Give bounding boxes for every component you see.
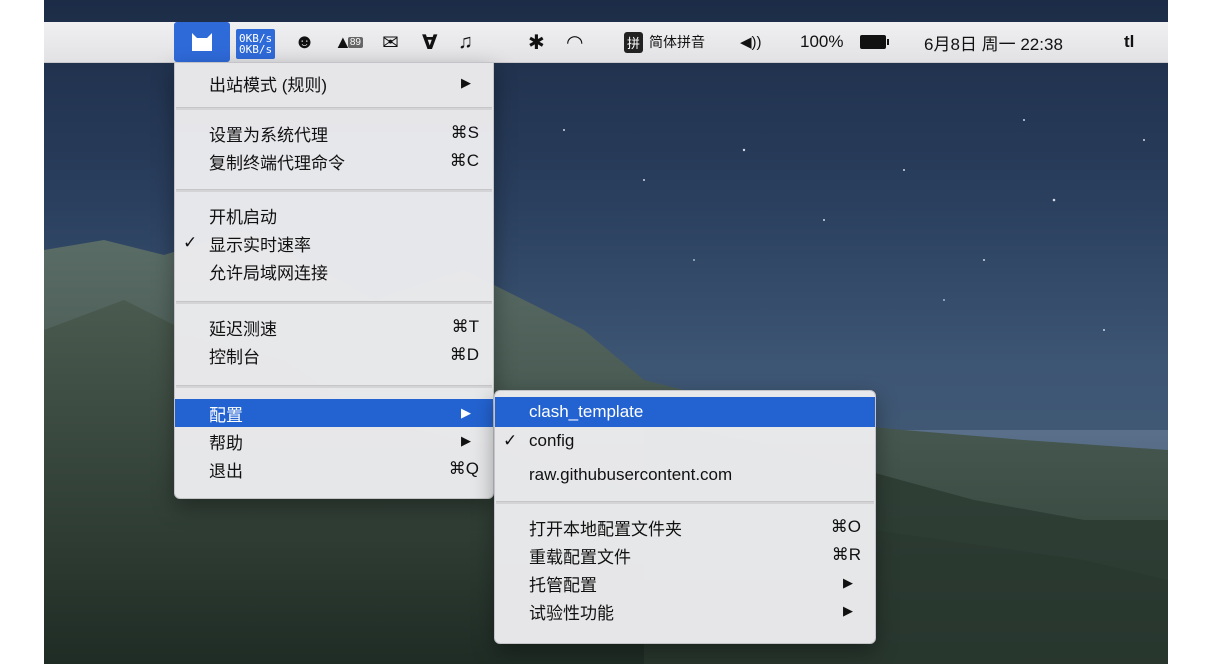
submenu-arrow-icon: ▶ [843,575,853,590]
clock[interactable]: 6月8日 周一 22:38 [924,22,1063,62]
cat-icon [192,33,212,51]
submenu-item-experimental[interactable]: 试验性功能 ▶ [495,599,875,623]
submenu-arrow-icon: ▶ [461,405,471,420]
submenu-item-clash-template[interactable]: clash_template [495,397,875,427]
shortcut: ⌘T [451,317,479,336]
download-speed: 0KB/s [239,43,273,56]
input-method-icon: 拼 [624,31,644,53]
menu-item-set-system-proxy[interactable]: 设置为系统代理 ⌘S [175,121,493,145]
shortcut: ⌘D [449,345,479,364]
menu-separator [176,107,492,110]
clashx-main-menu: 出站模式 (规则) ▶ 设置为系统代理 ⌘S 复制终端代理命令 ⌘C 开机启动 … [174,62,494,499]
menu-item-launch-at-login[interactable]: 开机启动 [175,203,493,227]
shortcut: ⌘R [831,545,861,564]
menu-item-console[interactable]: 控制台 ⌘D [175,343,493,367]
checkmark-icon: ✓ [503,431,518,450]
input-method[interactable]: 拼 简体拼音 [624,22,705,62]
menu-item-copy-terminal-proxy[interactable]: 复制终端代理命令 ⌘C [175,149,493,173]
menu-separator [176,189,492,192]
shortcut: ⌘C [449,151,479,170]
config-submenu: clash_template ✓ config raw.githubuserco… [494,390,876,644]
network-speed-indicator: 0KB/s 0KB/s [236,29,276,59]
tray-badge: 89 [347,36,363,48]
menubar-trailing[interactable]: tl [1124,22,1134,62]
menu-separator [176,301,492,304]
face-icon[interactable]: ☻ [294,22,315,62]
menu-separator [176,385,492,388]
menu-item-help[interactable]: 帮助 ▶ [175,429,493,453]
battery-icon[interactable] [860,22,889,62]
submenu-item-managed-config[interactable]: 托管配置 ▶ [495,571,875,595]
input-method-label: 简体拼音 [649,34,706,50]
menu-item-outbound-mode[interactable]: 出站模式 (规则) ▶ [175,71,493,95]
shortcut: ⌘S [450,123,479,142]
submenu-arrow-icon: ▶ [461,75,471,90]
submenu-item-config[interactable]: ✓ config [495,429,875,453]
menu-item-latency-test[interactable]: 延迟测速 ⌘T [175,315,493,339]
clashx-cat-icon[interactable] [174,22,230,62]
shortcut: ⌘Q [448,459,479,478]
submenu-item-reload[interactable]: 重载配置文件 ⌘R [495,543,875,567]
menu-item-quit[interactable]: 退出 ⌘Q [175,457,493,481]
submenu-arrow-icon: ▶ [843,603,853,618]
submenu-item-raw-github[interactable]: raw.githubusercontent.com [495,463,875,487]
battery-percent[interactable]: 100% [800,22,843,62]
wechat-icon[interactable]: ✉ [382,22,399,62]
menu-separator [496,501,874,504]
menu-item-show-speed[interactable]: ✓ 显示实时速率 [175,231,493,255]
volume-icon[interactable]: ◀)) [740,22,762,62]
checkmark-icon: ✓ [183,233,198,252]
bell-icon[interactable]: ♫ [458,22,473,62]
bluetooth-icon[interactable]: ✱ [528,22,545,62]
menu-item-config[interactable]: 配置 ▶ [175,399,493,427]
menu-item-allow-lan[interactable]: 允许局域网连接 [175,259,493,283]
vpn-icon[interactable]: ∀ [422,22,437,62]
tray-app-icon[interactable]: ▲ 89 [334,22,363,62]
submenu-arrow-icon: ▶ [461,433,471,448]
submenu-item-open-folder[interactable]: 打开本地配置文件夹 ⌘O [495,515,875,539]
wifi-icon[interactable]: ◠ [566,22,583,62]
menu-bar: 0KB/s 0KB/s ☻ ▲ 89 ✉ ∀ ♫ ✱ ◠ 拼 简体拼音 ◀)) 1… [44,22,1168,63]
shortcut: ⌘O [830,517,861,536]
